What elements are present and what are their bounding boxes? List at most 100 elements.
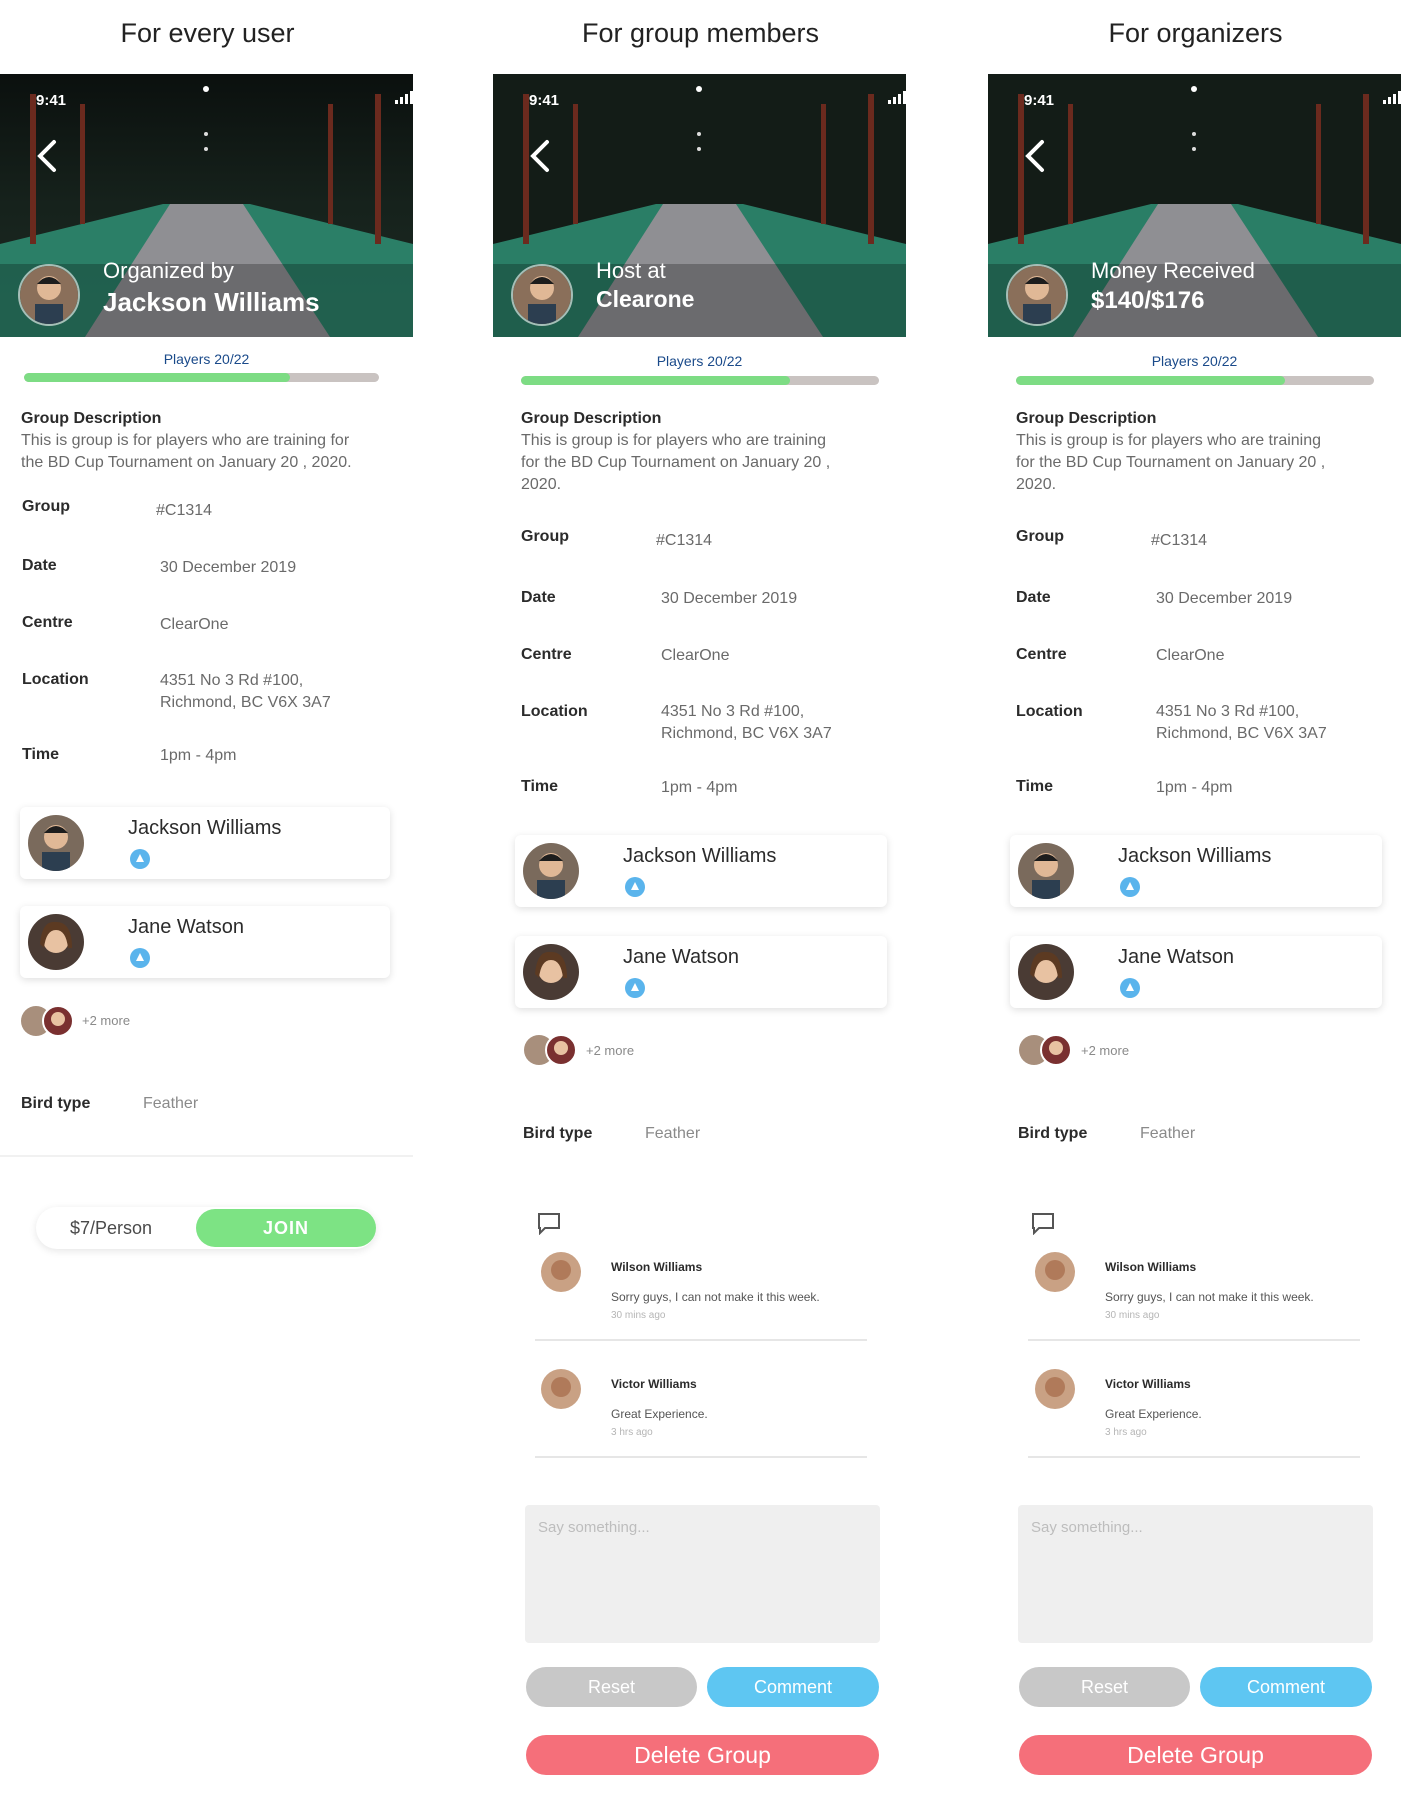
member-card-jane[interactable]: Jane Watson	[1010, 936, 1382, 1008]
signal-icon	[1383, 91, 1401, 104]
reset-button[interactable]: Reset	[1019, 1667, 1190, 1707]
member-card-jane[interactable]: Jane Watson	[20, 906, 390, 978]
centre-label: Centre	[521, 646, 572, 663]
bird-type-label: Bird type	[523, 1125, 593, 1142]
member-card-jackson[interactable]: Jackson Williams	[1010, 835, 1382, 907]
reset-button[interactable]: Reset	[526, 1667, 697, 1707]
member-name: Jane Watson	[128, 916, 244, 938]
comment-text: Sorry guys, I can not make it this week.	[611, 1290, 820, 1304]
players-progress-bar	[24, 373, 379, 382]
location-label: Location	[1016, 703, 1083, 720]
location-line2: Richmond, BC V6X 3A7	[160, 694, 331, 711]
comment-divider	[1028, 1456, 1360, 1458]
status-time: 9:41	[36, 92, 67, 109]
description-line: This is group is for players who are tra…	[1016, 432, 1322, 449]
hero-subtitle: Organized by	[103, 258, 234, 283]
comment-text: Sorry guys, I can not make it this week.	[1105, 1290, 1314, 1304]
panel-group-members: For group members 9:41 Host at Clearone …	[493, 0, 908, 1800]
hero-title: Clearone	[596, 286, 695, 312]
member-card-jackson[interactable]: Jackson Williams	[515, 835, 887, 907]
comment-item: Victor Williams Great Experience. 3 hrs …	[541, 1369, 841, 1459]
comment-item: Wilson Williams Sorry guys, I can not ma…	[1035, 1252, 1335, 1342]
time-value: 1pm - 4pm	[160, 747, 237, 764]
comment-button[interactable]: Comment	[707, 1667, 879, 1707]
back-arrow-icon[interactable]	[1018, 136, 1052, 176]
time-label: Time	[1016, 778, 1054, 795]
hero-title: Jackson Williams	[103, 287, 320, 317]
comment-input[interactable]: Say something...	[525, 1505, 880, 1643]
panel-title: For group members	[581, 18, 820, 48]
location-value: 4351 No 3 Rd #100, Richmond, BC V6X 3A7	[661, 701, 832, 745]
panel-every-user: For every user 9:41 Organized by Jackson…	[0, 0, 415, 1800]
avatar	[1018, 944, 1074, 1000]
chat-bubble-icon	[536, 1211, 562, 1236]
more-members-avatars[interactable]	[1018, 1033, 1078, 1067]
group-label: Group	[1016, 528, 1064, 545]
organizer-avatar[interactable]	[511, 264, 573, 326]
time-label: Time	[22, 746, 60, 763]
member-card-jane[interactable]: Jane Watson	[515, 936, 887, 1008]
delete-group-button[interactable]: Delete Group	[526, 1735, 879, 1775]
hero-subtitle: Money Received	[1091, 258, 1255, 283]
description-line: for the BD Cup Tournament on January 20 …	[1016, 454, 1326, 471]
comment-time: 30 mins ago	[1105, 1310, 1160, 1321]
location-value: 4351 No 3 Rd #100, Richmond, BC V6X 3A7	[160, 670, 331, 714]
location-line2: Richmond, BC V6X 3A7	[1156, 725, 1327, 742]
shuttlecock-badge-icon	[625, 877, 645, 897]
group-label: Group	[521, 528, 569, 545]
comment-author: Wilson Williams	[611, 1260, 703, 1274]
time-label: Time	[521, 778, 559, 795]
hero-banner: 9:41 Host at Clearone	[493, 74, 906, 337]
bird-type-label: Bird type	[21, 1095, 91, 1112]
comment-text: Great Experience.	[611, 1407, 708, 1421]
avatar	[523, 944, 579, 1000]
organizer-avatar[interactable]	[1006, 264, 1068, 326]
signal-icon	[888, 91, 906, 104]
location-line2: Richmond, BC V6X 3A7	[661, 725, 832, 742]
price-join-bar: $7/Person JOIN	[36, 1207, 376, 1249]
players-progress-bar	[521, 376, 879, 385]
back-arrow-icon[interactable]	[30, 136, 64, 176]
join-button[interactable]: JOIN	[196, 1209, 376, 1247]
comment-button[interactable]: Comment	[1200, 1667, 1372, 1707]
more-members-avatars[interactable]	[20, 1004, 80, 1038]
more-members-text[interactable]: +2 more	[82, 1013, 130, 1028]
comment-input[interactable]: Say something...	[1018, 1505, 1373, 1643]
member-name: Jane Watson	[1118, 946, 1234, 968]
member-card-jackson[interactable]: Jackson Williams	[20, 807, 390, 879]
bird-type-label: Bird type	[1018, 1125, 1088, 1142]
back-arrow-icon[interactable]	[523, 136, 557, 176]
price-per-person: $7/Person	[70, 1218, 153, 1238]
comment-input-placeholder: Say something...	[1031, 1519, 1143, 1536]
time-value: 1pm - 4pm	[661, 779, 738, 796]
hero-banner: 9:41 Money Received $140/$176	[988, 74, 1401, 337]
more-members-text[interactable]: +2 more	[586, 1043, 634, 1058]
more-members-text[interactable]: +2 more	[1081, 1043, 1129, 1058]
avatar	[1035, 1369, 1075, 1409]
location-label: Location	[22, 671, 89, 688]
time-value: 1pm - 4pm	[1156, 779, 1233, 796]
description-title: Group Description	[521, 410, 662, 427]
comment-time: 3 hrs ago	[1105, 1427, 1147, 1438]
description-line: This is group is for players who are tra…	[21, 432, 350, 449]
players-progress-fill	[521, 376, 790, 385]
location-label: Location	[521, 703, 588, 720]
organizer-avatar[interactable]	[18, 264, 80, 326]
avatar	[28, 815, 84, 871]
status-time: 9:41	[1024, 92, 1055, 109]
comment-divider	[1028, 1339, 1360, 1341]
more-members-avatars[interactable]	[523, 1033, 583, 1067]
chat-bubble-icon	[1030, 1211, 1056, 1236]
description-line: 2020.	[521, 476, 562, 493]
panel-title: For organizers	[1108, 18, 1283, 48]
description-text: This is group is for players who are tra…	[521, 430, 830, 496]
delete-group-button[interactable]: Delete Group	[1019, 1735, 1372, 1775]
players-count: Players 20/22	[163, 351, 250, 367]
signal-icon	[395, 91, 413, 104]
comment-time: 3 hrs ago	[611, 1427, 653, 1438]
panel-title: For every user	[120, 18, 295, 48]
member-name: Jackson Williams	[623, 845, 777, 867]
comment-text: Great Experience.	[1105, 1407, 1202, 1421]
location-value: 4351 No 3 Rd #100, Richmond, BC V6X 3A7	[1156, 701, 1327, 745]
divider	[0, 1155, 413, 1157]
